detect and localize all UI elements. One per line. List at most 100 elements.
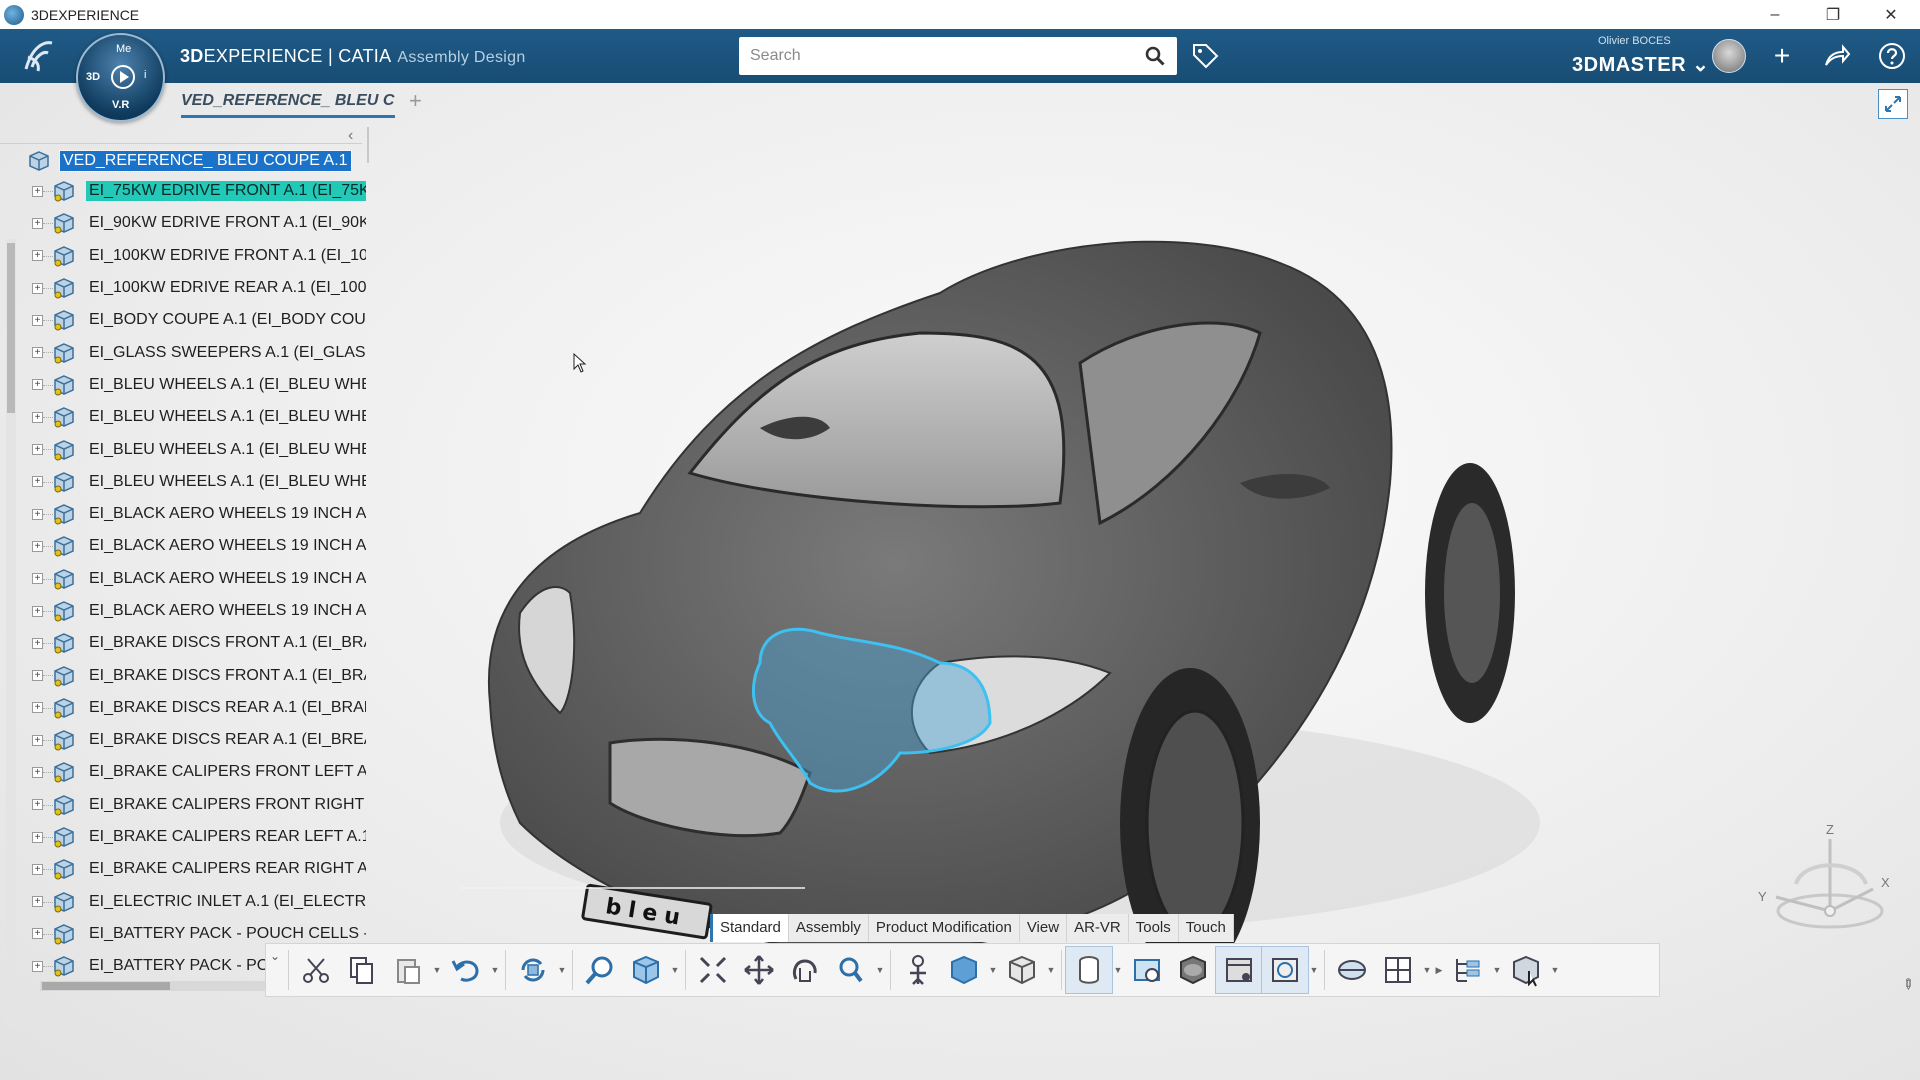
- tree-item[interactable]: + EI_GLASS SWEEPERS A.1 (EI_GLASS S: [0, 336, 366, 368]
- expand-icon[interactable]: +: [32, 863, 43, 875]
- section-tab-tools[interactable]: Tools: [1128, 914, 1179, 942]
- expand-icon[interactable]: +: [32, 411, 43, 423]
- expand-icon[interactable]: +: [32, 379, 43, 391]
- add-tab-button[interactable]: +: [409, 88, 422, 114]
- multi-view-icon[interactable]: [1375, 947, 1421, 993]
- cylinder-view-icon[interactable]: [1065, 946, 1113, 994]
- chevron-down-icon[interactable]: ▼: [431, 965, 443, 975]
- chevron-down-icon[interactable]: ▼: [874, 965, 886, 975]
- tree-root-node[interactable]: VED_REFERENCE_ BLEU COUPE A.1: [28, 149, 352, 173]
- expand-icon[interactable]: +: [32, 282, 43, 294]
- tree-item[interactable]: + EI_BLACK AERO WHEELS 19 INCH A.: [0, 498, 366, 530]
- expand-icon[interactable]: +: [32, 540, 43, 552]
- tree-item[interactable]: + EI_BLEU WHEELS A.1 (EI_BLEU WHEE: [0, 401, 366, 433]
- expand-icon[interactable]: +: [32, 637, 43, 649]
- tree-item[interactable]: + EI_ELECTRIC INLET A.1 (EI_ELECTRIC: [0, 886, 366, 918]
- section-tab-product-modification[interactable]: Product Modification: [868, 914, 1020, 942]
- copy-icon[interactable]: [339, 947, 385, 993]
- update-icon[interactable]: [510, 947, 556, 993]
- chevron-down-icon[interactable]: ▼: [556, 965, 568, 975]
- tree-item[interactable]: + EI_BRAKE CALIPERS REAR LEFT A.1 (E: [0, 821, 366, 853]
- compass-info-label[interactable]: i: [144, 69, 146, 81]
- zoom-icon[interactable]: [828, 947, 874, 993]
- role-selector[interactable]: 3DMASTER ⌄: [1572, 52, 1709, 77]
- tree-item[interactable]: + EI_BRAKE DISCS FRONT A.1 (EI_BRAK: [0, 627, 366, 659]
- expand-icon[interactable]: +: [32, 605, 43, 617]
- tree-item[interactable]: + EI_BRAKE CALIPERS FRONT LEFT A.1: [0, 756, 366, 788]
- toolbar-expand-icon[interactable]: ⌄: [266, 947, 284, 993]
- chevron-down-icon[interactable]: ▼: [1549, 965, 1561, 975]
- shading-icon[interactable]: [941, 947, 987, 993]
- paste-icon[interactable]: [385, 947, 431, 993]
- zoom-area-icon[interactable]: [577, 947, 623, 993]
- expand-icon[interactable]: +: [32, 766, 43, 778]
- compass-widget[interactable]: Me 3D i V.R: [76, 33, 165, 122]
- view-cube-icon[interactable]: [623, 947, 669, 993]
- expand-icon[interactable]: +: [32, 960, 43, 972]
- tree-item[interactable]: + EI_90KW EDRIVE FRONT A.1 (EI_90KW: [0, 207, 366, 239]
- expand-icon[interactable]: +: [32, 928, 43, 940]
- rotate-icon[interactable]: [782, 947, 828, 993]
- expand-icon[interactable]: +: [32, 831, 43, 843]
- maximize-icon[interactable]: [1878, 89, 1908, 119]
- chevron-down-icon[interactable]: ▼: [489, 965, 501, 975]
- expand-icon[interactable]: +: [32, 314, 43, 326]
- more-right-icon[interactable]: ▶: [1433, 965, 1445, 976]
- minimize-button[interactable]: –: [1746, 0, 1804, 29]
- expand-icon[interactable]: +: [32, 799, 43, 811]
- compass-vr-label[interactable]: V.R: [112, 99, 129, 111]
- car-model[interactable]: bleu: [460, 183, 1600, 963]
- chevron-down-icon[interactable]: ▼: [669, 965, 681, 975]
- axis-triad[interactable]: Z X Y: [1748, 819, 1898, 949]
- ambient-view-icon[interactable]: [1215, 946, 1263, 994]
- section-view-icon[interactable]: [1124, 947, 1170, 993]
- camera-orbit-icon[interactable]: [1261, 946, 1309, 994]
- section-tab-ar-vr[interactable]: AR-VR: [1067, 914, 1129, 942]
- tree-vertical-scrollbar[interactable]: [6, 239, 16, 1029]
- pin-icon[interactable]: ✎: [1898, 974, 1918, 994]
- tree-item[interactable]: + EI_BLACK AERO WHEELS 19 INCH A.: [0, 563, 366, 595]
- tree-item[interactable]: + EI_BLACK AERO WHEELS 19 INCH A.: [0, 530, 366, 562]
- expand-icon[interactable]: +: [32, 573, 43, 585]
- undo-icon[interactable]: [443, 947, 489, 993]
- help-icon[interactable]: [1877, 41, 1907, 71]
- wireframe-icon[interactable]: [999, 947, 1045, 993]
- fit-all-icon[interactable]: [690, 947, 736, 993]
- tree-item[interactable]: + EI_BLEU WHEELS A.1 (EI_BLEU WHEE: [0, 466, 366, 498]
- tab-ved-reference[interactable]: VED_REFERENCE_ BLEU CO: [181, 92, 395, 118]
- section-tab-view[interactable]: View: [1019, 914, 1068, 942]
- render-view-icon[interactable]: [1170, 947, 1216, 993]
- select-part-icon[interactable]: [1503, 947, 1549, 993]
- tree-item[interactable]: + EI_100KW EDRIVE FRONT A.1 (EI_100: [0, 240, 366, 272]
- tree-item[interactable]: + EI_BRAKE DISCS FRONT A.1 (EI_BRAK: [0, 659, 366, 691]
- expand-icon[interactable]: +: [32, 670, 43, 682]
- tree-item[interactable]: + EI_BLEU WHEELS A.1 (EI_BLEU WHEE: [0, 433, 366, 465]
- compass-3d-label[interactable]: 3D: [86, 71, 100, 83]
- tree-item[interactable]: + EI_100KW EDRIVE REAR A.1 (EI_100K: [0, 272, 366, 304]
- tag-icon[interactable]: [1190, 41, 1220, 71]
- add-icon[interactable]: +: [1767, 40, 1797, 71]
- scrollbar-thumb[interactable]: [42, 982, 170, 990]
- pan-icon[interactable]: [736, 947, 782, 993]
- close-button[interactable]: ✕: [1862, 0, 1920, 29]
- collapse-tree-button[interactable]: ‹: [348, 127, 353, 145]
- section-tab-standard[interactable]: Standard: [710, 914, 789, 942]
- cut-icon[interactable]: [293, 947, 339, 993]
- chevron-down-icon[interactable]: ▼: [987, 965, 999, 975]
- expand-icon[interactable]: +: [32, 508, 43, 520]
- expand-icon[interactable]: +: [32, 734, 43, 746]
- tree-resize-handle-top[interactable]: [367, 127, 369, 163]
- share-icon[interactable]: [1822, 41, 1852, 71]
- tree-item[interactable]: + EI_BRAKE DISCS REAR A.1 (EI_BRAKE: [0, 692, 366, 724]
- environment-icon[interactable]: [1329, 947, 1375, 993]
- expand-icon[interactable]: +: [32, 702, 43, 714]
- search-input[interactable]: [739, 37, 1129, 75]
- restore-button[interactable]: ❐: [1804, 0, 1862, 29]
- chevron-down-icon[interactable]: ▼: [1112, 965, 1124, 975]
- tree-item[interactable]: + EI_BRAKE CALIPERS FRONT RIGHT A: [0, 789, 366, 821]
- expand-icon[interactable]: +: [32, 476, 43, 488]
- search-icon[interactable]: [1145, 46, 1165, 66]
- chevron-down-icon[interactable]: ▼: [1045, 965, 1057, 975]
- section-tab-touch[interactable]: Touch: [1178, 914, 1234, 942]
- look-at-icon[interactable]: [895, 947, 941, 993]
